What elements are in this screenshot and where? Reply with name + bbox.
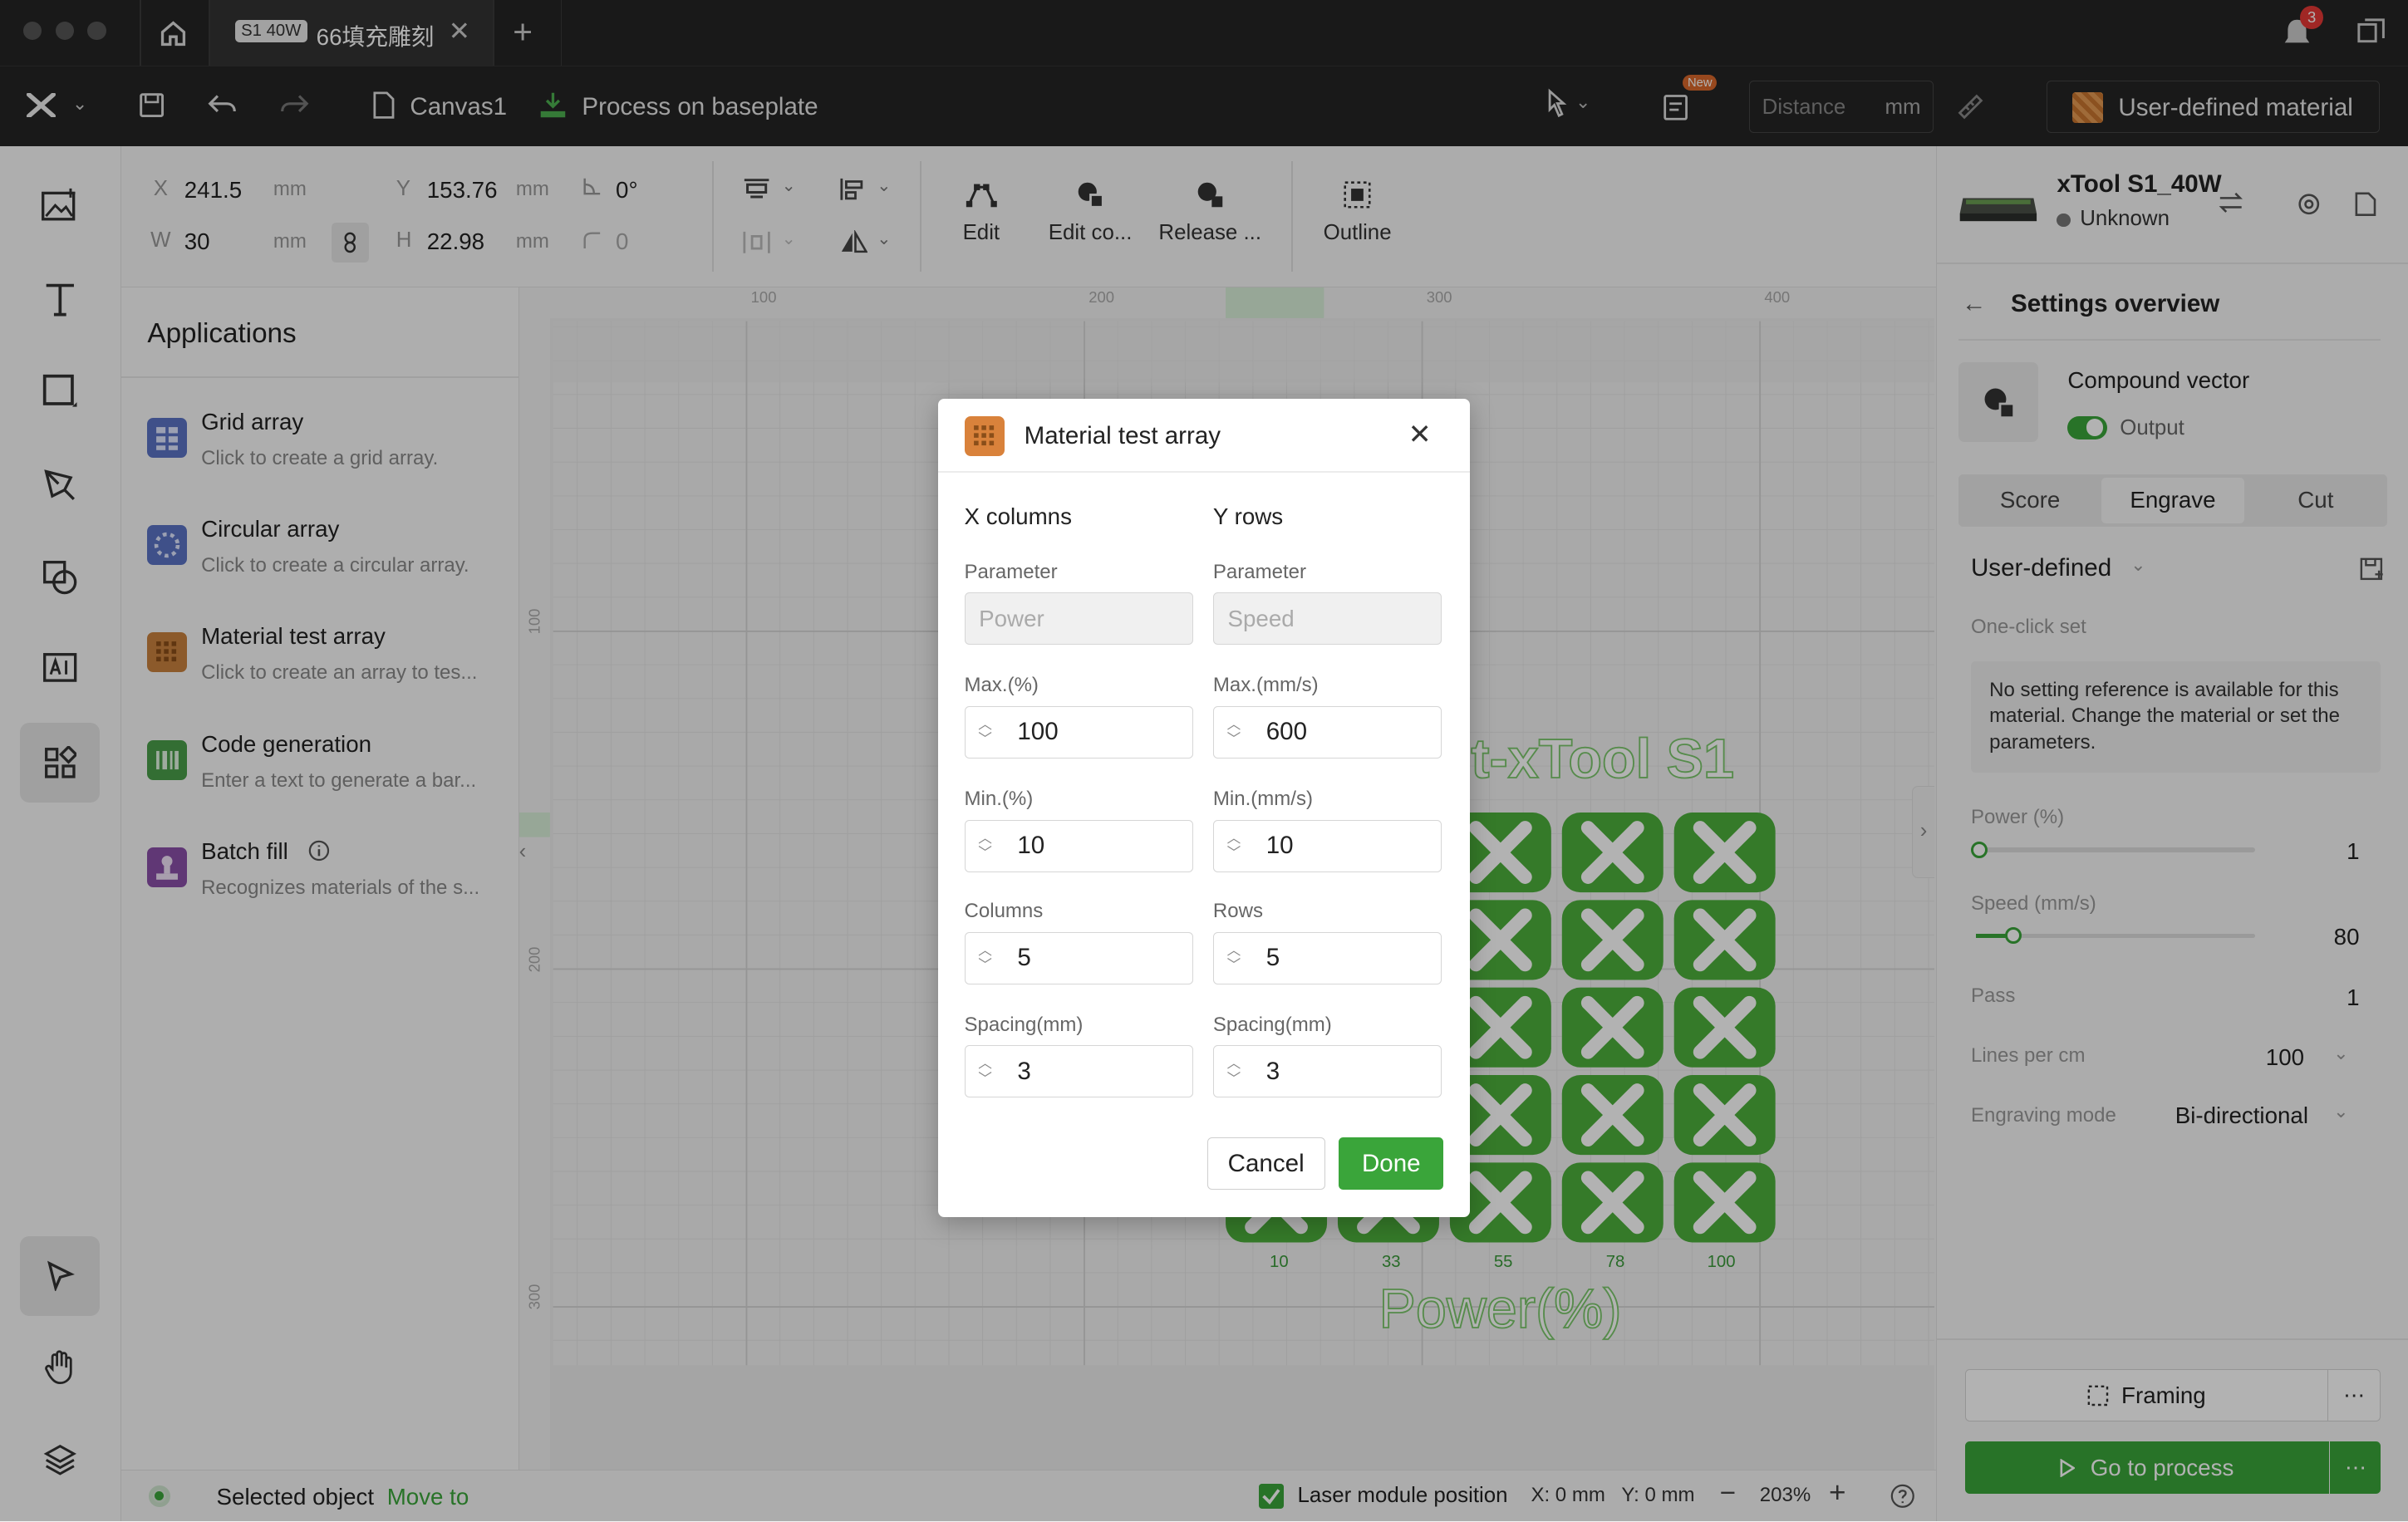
done-button[interactable]: Done: [1339, 1137, 1444, 1191]
y-min-label: Min.(mm/s): [1212, 788, 1313, 810]
x-max-input[interactable]: ︿ ﹀ 100: [964, 706, 1193, 759]
x-spacing-label: Spacing(mm): [964, 1013, 1084, 1036]
rows-input[interactable]: ︿ ﹀ 5: [1212, 931, 1442, 984]
material-test-array-dialog: Material test array ✕ X columns Y rows P…: [938, 399, 1470, 1218]
x-max-label: Max.(%): [964, 674, 1039, 697]
columns-value: 5: [1017, 944, 1031, 972]
y-min-value: 10: [1265, 832, 1294, 860]
x-min-input[interactable]: ︿ ﹀ 10: [964, 819, 1193, 872]
y-min-stepper-icon[interactable]: ︿ ﹀: [1214, 830, 1254, 862]
y-spacing-input[interactable]: ︿ ﹀ 3: [1212, 1045, 1442, 1098]
y-parameter-select[interactable]: Speed: [1212, 592, 1442, 646]
x-max-stepper-icon[interactable]: ︿ ﹀: [966, 716, 1005, 748]
y-spacing-value: 3: [1265, 1057, 1280, 1085]
y-rows-heading: Y rows: [1212, 503, 1284, 530]
y-max-input[interactable]: ︿ ﹀ 600: [1212, 706, 1442, 759]
y-spacing-label: Spacing(mm): [1212, 1013, 1332, 1036]
y-max-stepper-icon[interactable]: ︿ ﹀: [1214, 716, 1254, 748]
columns-label: Columns: [964, 899, 1044, 922]
x-min-value: 10: [1017, 832, 1045, 860]
rows-value: 5: [1265, 944, 1280, 972]
x-min-label: Min.(%): [964, 788, 1034, 810]
x-parameter-select[interactable]: Power: [964, 592, 1193, 646]
columns-input[interactable]: ︿ ﹀ 5: [964, 931, 1193, 984]
y-max-label: Max.(mm/s): [1212, 674, 1319, 697]
x-parameter-label: Parameter: [964, 560, 1058, 583]
x-spacing-stepper-icon[interactable]: ︿ ﹀: [966, 1056, 1005, 1087]
y-parameter-label: Parameter: [1212, 560, 1307, 583]
x-spacing-value: 3: [1017, 1057, 1031, 1085]
y-min-input[interactable]: ︿ ﹀ 10: [1212, 819, 1442, 872]
rows-label: Rows: [1212, 899, 1263, 922]
dialog-close-icon[interactable]: ✕: [1408, 418, 1432, 451]
dialog-title: Material test array: [1024, 422, 1221, 450]
y-spacing-stepper-icon[interactable]: ︿ ﹀: [1214, 1056, 1254, 1087]
rows-stepper-icon[interactable]: ︿ ﹀: [1214, 942, 1254, 974]
material-test-dialog-icon: [964, 415, 1005, 456]
y-max-value: 600: [1265, 718, 1308, 746]
x-columns-heading: X columns: [964, 503, 1072, 530]
x-min-stepper-icon[interactable]: ︿ ﹀: [966, 830, 1005, 862]
x-max-value: 100: [1017, 718, 1059, 746]
columns-stepper-icon[interactable]: ︿ ﹀: [966, 942, 1005, 974]
cancel-button[interactable]: Cancel: [1206, 1137, 1325, 1191]
x-spacing-input[interactable]: ︿ ﹀ 3: [964, 1045, 1193, 1098]
